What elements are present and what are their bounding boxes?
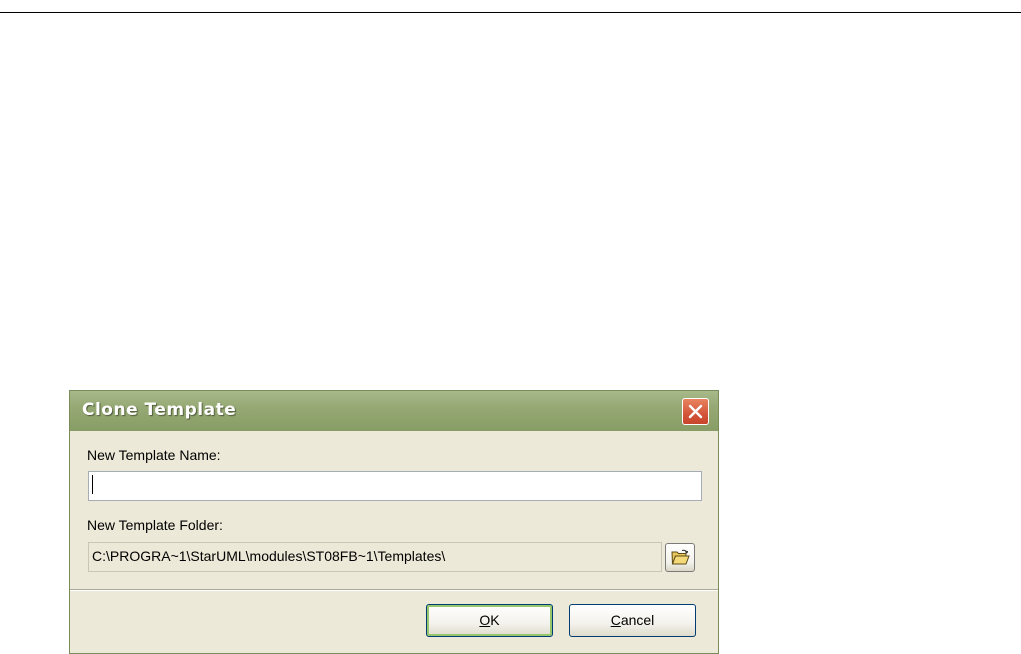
ok-button[interactable]: OK (426, 604, 553, 637)
button-separator (70, 589, 718, 591)
top-divider-line (0, 12, 1021, 13)
cancel-label-rest: ancel (620, 612, 655, 628)
template-name-label: New Template Name: (87, 447, 221, 463)
close-icon (688, 404, 703, 419)
cancel-mnemonic: C (610, 612, 621, 628)
cancel-button[interactable]: Cancel (569, 604, 696, 637)
dialog-title: Clone Template (82, 400, 237, 420)
dialog-body: New Template Name: New Template Folder: … (70, 431, 718, 653)
text-caret (92, 475, 93, 494)
page: Clone Template New Template Name: New Te… (0, 0, 1021, 654)
close-button[interactable] (682, 398, 709, 425)
ok-mnemonic: O (479, 612, 491, 628)
ok-label-rest: K (490, 612, 500, 628)
clone-template-dialog: Clone Template New Template Name: New Te… (69, 390, 719, 654)
template-folder-label: New Template Folder: (87, 517, 223, 533)
dialog-titlebar[interactable]: Clone Template (70, 391, 718, 431)
template-folder-field[interactable]: C:\PROGRA~1\StarUML\modules\ST08FB~1\Tem… (88, 542, 662, 572)
template-name-input[interactable] (88, 471, 702, 501)
open-folder-icon (671, 549, 690, 565)
browse-folder-button[interactable] (665, 543, 695, 572)
